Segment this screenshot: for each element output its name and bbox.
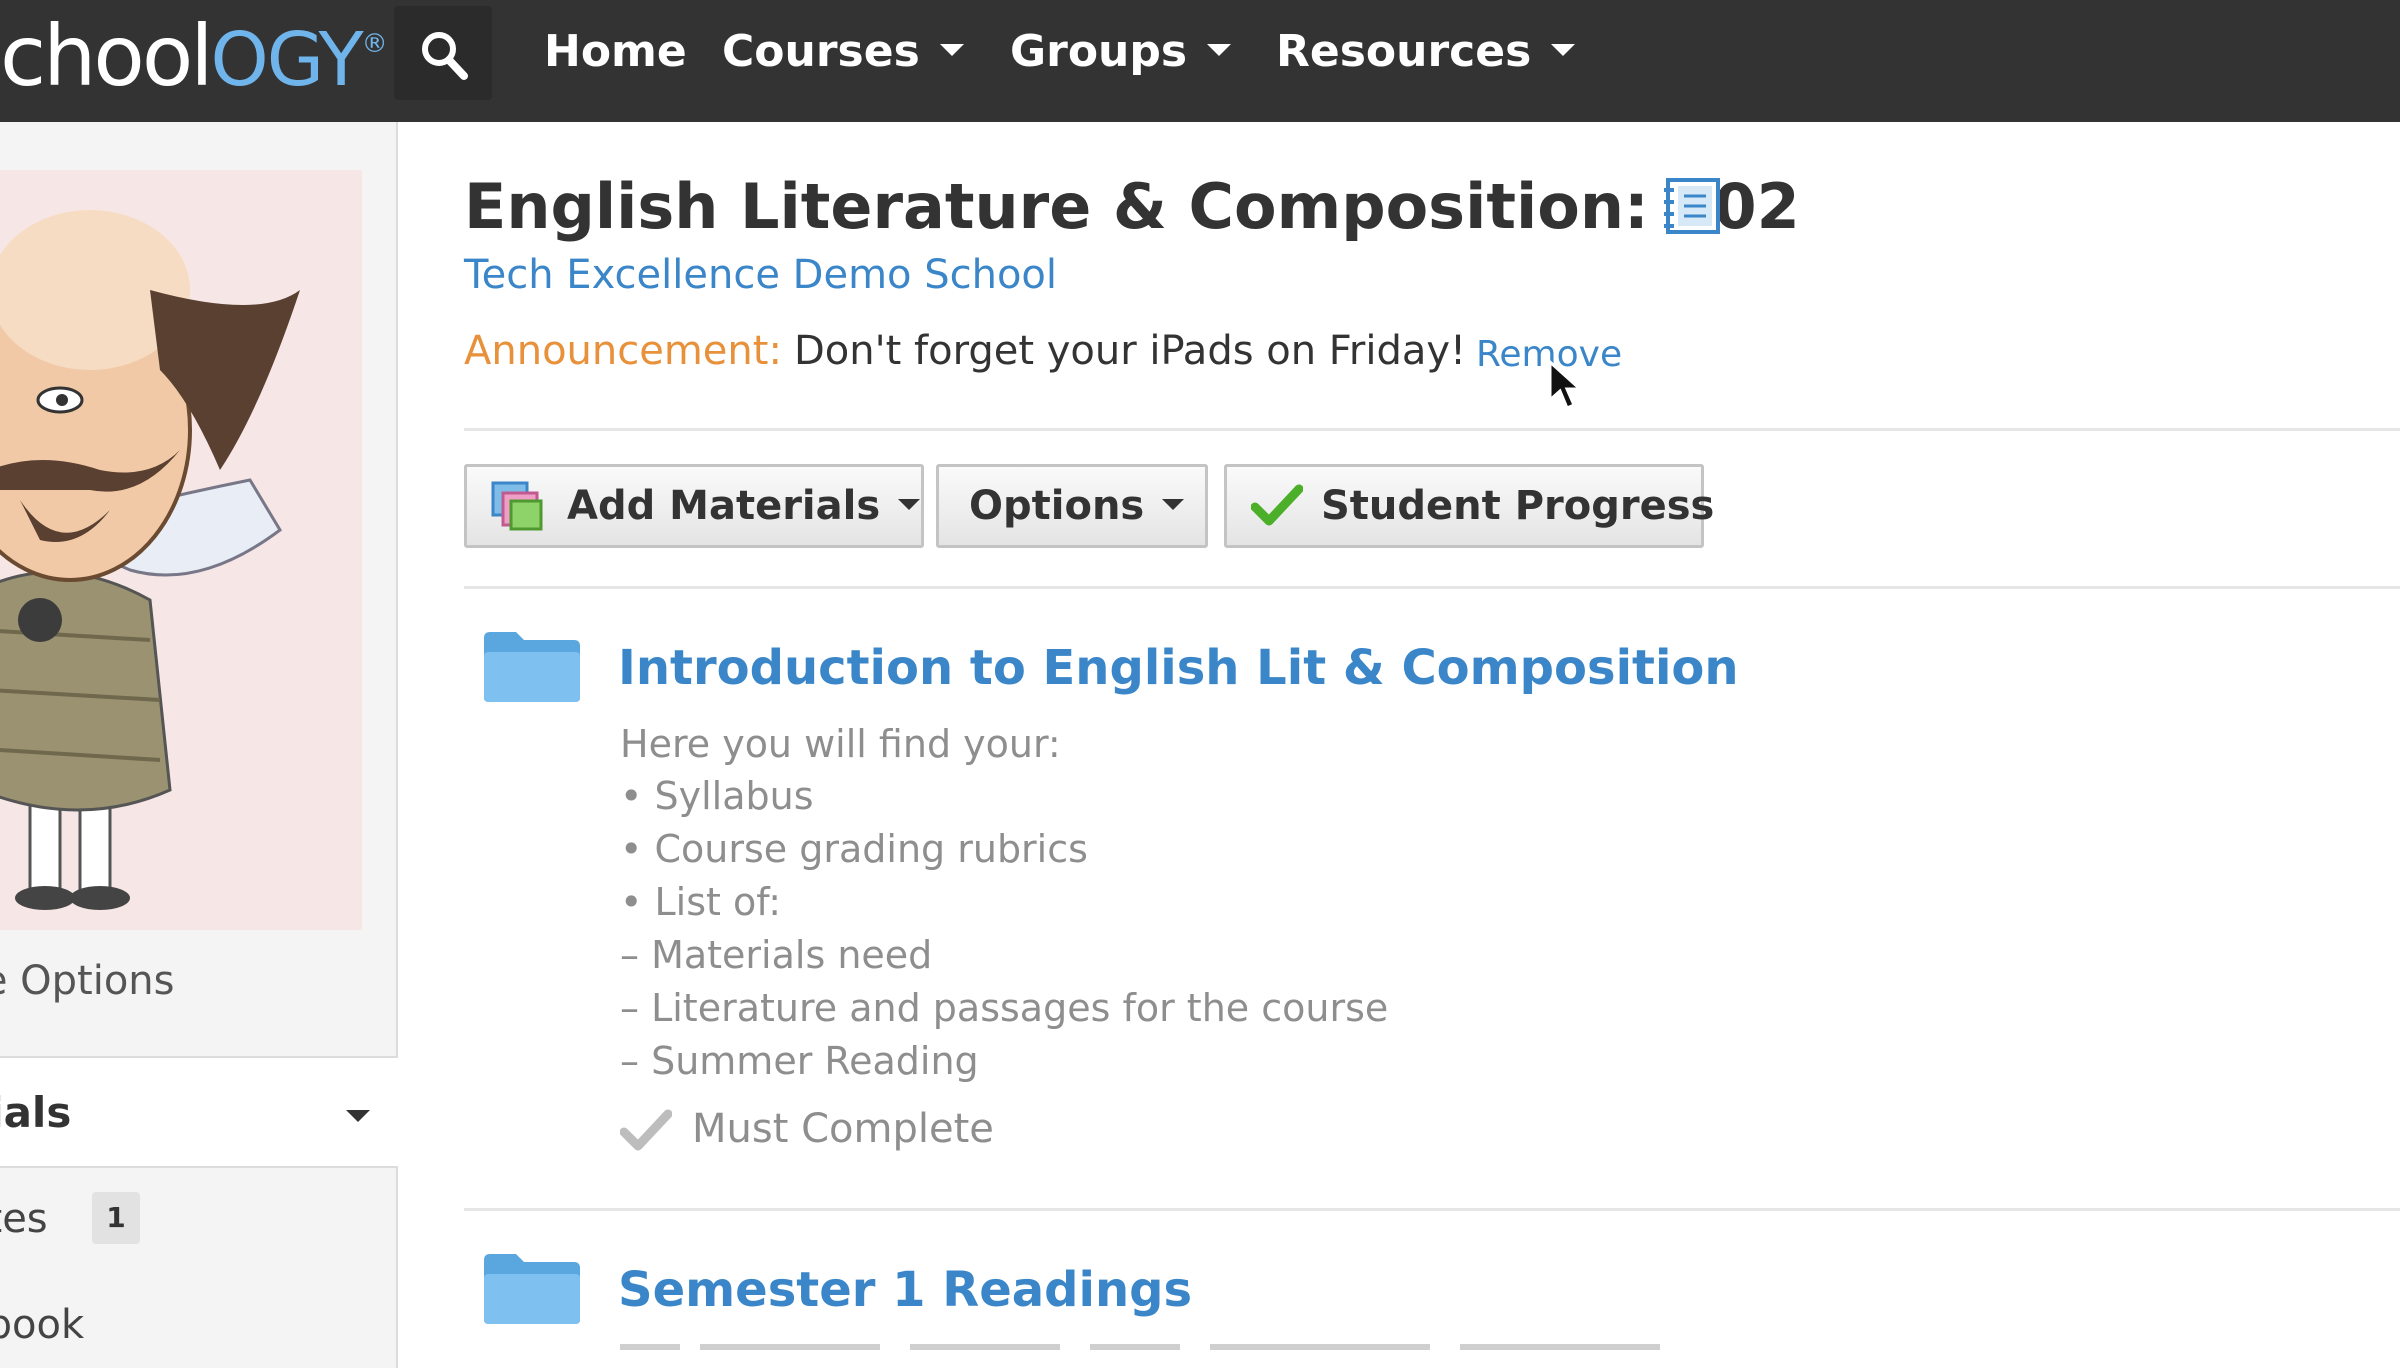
updates-count-badge: 1	[92, 1192, 140, 1244]
chevron-down-icon	[1207, 44, 1232, 56]
schoology-logo[interactable]: choology®	[0, 0, 388, 117]
search-icon	[422, 32, 468, 80]
nav-courses[interactable]: Courses	[722, 0, 964, 104]
add-materials-icon	[491, 481, 543, 531]
nav-resources[interactable]: Resources	[1276, 0, 1576, 104]
folder-description-line: – Literature and passages for the course	[620, 986, 1389, 1030]
nav-courses-label: Courses	[722, 26, 920, 77]
shakespeare-caricature-image	[0, 170, 362, 930]
must-complete-label: Must Complete	[692, 1106, 994, 1152]
notebook-icon[interactable]	[1660, 176, 1722, 236]
folder-icon	[484, 632, 580, 702]
folder-description-line: Here you will find your:	[620, 722, 1061, 766]
announcement-text: Don't forget your iPads on Friday!	[794, 328, 1467, 374]
folder-icon	[484, 1254, 580, 1324]
folder-title-semester-1[interactable]: Semester 1 Readings	[618, 1262, 1192, 1318]
check-icon	[620, 1109, 672, 1151]
folder-description-line: • Course grading rubrics	[620, 827, 1088, 871]
sidebar-item-gradebook[interactable]: ebook	[0, 1302, 84, 1348]
folder-description-line: • List of:	[620, 880, 782, 924]
announcement-label: Announcement:	[464, 328, 782, 374]
school-name-link[interactable]: Tech Excellence Demo School	[464, 252, 1057, 298]
divider	[464, 1208, 2400, 1211]
sidebar-item-updates[interactable]: ates	[0, 1196, 48, 1242]
materials-section-header[interactable]: erials	[0, 1088, 71, 1137]
add-materials-label: Add Materials	[567, 467, 921, 545]
nav-resources-label: Resources	[1276, 26, 1532, 77]
check-icon	[1251, 484, 1303, 526]
course-options-link[interactable]: se Options	[0, 958, 175, 1004]
folder-description-line: • Syllabus	[620, 774, 814, 818]
folder-description-line: – Materials need	[620, 933, 933, 977]
nav-groups-label: Groups	[1010, 26, 1188, 77]
student-progress-label: Student Progress	[1321, 483, 1715, 529]
chevron-down-icon	[1551, 44, 1576, 56]
logo-text-accent: ogy	[210, 17, 364, 103]
options-label: Options	[969, 467, 1185, 545]
cropped-description-line	[620, 1344, 1660, 1350]
add-materials-button[interactable]: Add Materials	[464, 464, 924, 548]
nav-home[interactable]: Home	[544, 0, 687, 104]
course-profile-picture[interactable]	[0, 170, 362, 930]
folder-description-line: – Summer Reading	[620, 1039, 979, 1083]
cursor-icon	[1548, 360, 1584, 410]
nav-home-label: Home	[544, 26, 687, 77]
student-progress-button[interactable]: Student Progress	[1224, 464, 1714, 548]
divider	[464, 428, 2400, 431]
chevron-down-icon	[1162, 498, 1185, 510]
logo-registered-mark: ®	[361, 29, 388, 59]
search-button[interactable]	[394, 6, 492, 100]
options-button[interactable]: Options	[936, 464, 1208, 548]
course-title: English Literature & Composition: 402	[464, 170, 1800, 243]
nav-groups[interactable]: Groups	[1010, 0, 1232, 104]
folder-title-intro[interactable]: Introduction to English Lit & Compositio…	[618, 640, 1739, 696]
chevron-down-icon[interactable]	[346, 1110, 370, 1122]
divider	[464, 586, 2400, 589]
logo-text-main: chool	[0, 7, 214, 105]
chevron-down-icon	[939, 44, 964, 56]
top-navigation-bar: choology® Home Courses Groups Resources	[0, 0, 2400, 122]
chevron-down-icon	[898, 498, 921, 510]
